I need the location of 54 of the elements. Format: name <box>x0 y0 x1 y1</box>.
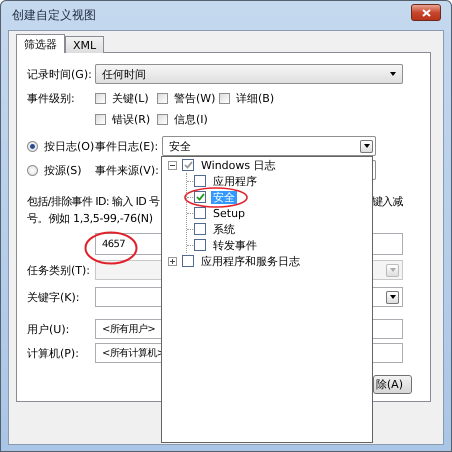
annotation-ellipse <box>184 186 248 208</box>
radio-label: 按源(S) <box>44 162 82 178</box>
field-label: 事件级别: <box>27 91 75 106</box>
field-label: 记录时间(G): <box>27 66 93 82</box>
checkbox[interactable] <box>194 207 206 219</box>
checkbox-label: 详细(B) <box>236 91 274 106</box>
checkbox[interactable] <box>157 93 168 104</box>
check-icon <box>196 193 204 201</box>
checkbox[interactable] <box>194 191 206 203</box>
hint-text: 号。例如 1,3,5-99,-76(N) <box>27 211 153 226</box>
tab[interactable]: XML <box>65 36 104 53</box>
checkbox-label: 关键(L) <box>112 91 149 106</box>
checkbox[interactable] <box>194 239 206 251</box>
dropdown[interactable]: 安全 <box>162 136 376 156</box>
checkbox[interactable] <box>182 159 194 171</box>
annotation-ellipse <box>84 231 138 265</box>
checkbox-label: 信息(I) <box>174 112 208 127</box>
tree-item[interactable]: 应用程序 <box>211 174 259 188</box>
clear-button[interactable]: 除(A) <box>372 375 412 394</box>
tree-item[interactable]: 应用程序和服务日志 <box>199 254 302 268</box>
field-label: 关键字(K): <box>27 290 81 304</box>
radio-button[interactable] <box>27 164 38 176</box>
tree-item[interactable]: 系统 <box>211 222 237 236</box>
field-label: 事件日志(E): <box>95 138 160 154</box>
check-icon <box>184 161 192 169</box>
checkbox-label: 错误(R) <box>112 112 150 127</box>
expand-icon[interactable] <box>168 256 177 266</box>
hint-text: 包括/排除事件 ID: 输入 ID 号 <box>27 194 160 209</box>
collapse-icon[interactable] <box>168 160 177 170</box>
dropdown-arrow-button[interactable] <box>360 140 373 152</box>
checkbox[interactable] <box>95 114 106 125</box>
field-label: 任务类别(T): <box>27 262 92 278</box>
tree-item[interactable]: Setup <box>211 206 248 220</box>
field-label: 计算机(P): <box>27 346 80 360</box>
checkbox[interactable] <box>95 93 106 104</box>
checkbox[interactable] <box>157 114 168 125</box>
field-label: 用户(U): <box>27 322 70 336</box>
dropdown[interactable]: 任何时间 <box>95 64 403 84</box>
tree-item[interactable]: 转发事件 <box>211 238 259 252</box>
field-label: 事件来源(V): <box>95 162 160 178</box>
checkbox[interactable] <box>182 255 194 267</box>
checkbox[interactable] <box>194 175 206 187</box>
close-button[interactable] <box>411 4 441 21</box>
close-icon <box>422 8 430 16</box>
tab[interactable]: 筛选器 <box>16 34 65 53</box>
tree-item[interactable]: Windows 日志 <box>199 158 278 172</box>
radio-label: 按日志(O) <box>44 138 94 154</box>
radio-button[interactable] <box>27 140 38 152</box>
checkbox-label: 警告(W) <box>174 91 216 106</box>
window-title: 创建自定义视图 <box>12 7 96 24</box>
dropdown-arrow-button[interactable] <box>386 290 399 304</box>
hint-text: 键入减 <box>372 194 403 209</box>
checkbox[interactable] <box>219 93 230 104</box>
checkbox[interactable] <box>194 223 206 235</box>
